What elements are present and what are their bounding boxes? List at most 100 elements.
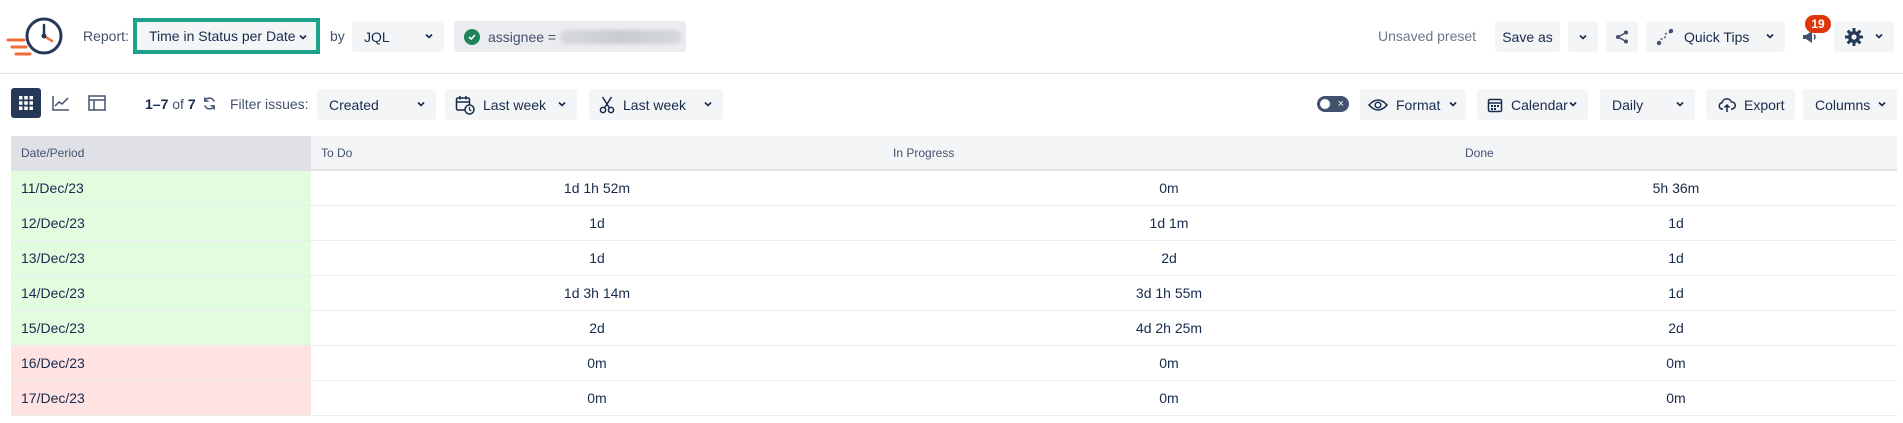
columns-label: Columns — [1815, 96, 1871, 113]
report-type-select[interactable]: Time in Status per Date — [133, 18, 320, 54]
share-icon — [1616, 30, 1628, 43]
column-header-done[interactable]: Done — [1455, 136, 1897, 171]
jql-filter-text: assignee = — [488, 28, 557, 45]
cell-done: 5h 36m — [1455, 170, 1897, 206]
cell-done: 0m — [1455, 380, 1897, 416]
cell-in-progress: 0m — [883, 345, 1455, 381]
format-button[interactable]: Format — [1360, 89, 1466, 120]
cell-in-progress: 3d 1h 55m — [883, 275, 1455, 311]
cut-range-value: Last week — [623, 96, 687, 113]
chevron-down-icon — [558, 101, 566, 107]
report-type-value: Time in Status per Date — [149, 28, 296, 44]
unsaved-preset-label: Unsaved preset — [1378, 28, 1477, 44]
calendar-select[interactable]: Calendar — [1477, 89, 1588, 120]
report-toolbar: 1–7 of 7 Filter issues: Created Last wee… — [0, 86, 1903, 122]
cell-todo: 1d 3h 14m — [311, 275, 883, 311]
jql-filter-chip[interactable]: assignee = — [454, 21, 686, 52]
chevron-down-icon — [1676, 101, 1684, 107]
cell-todo: 1d — [311, 240, 883, 276]
calendar-clock-icon — [455, 95, 475, 115]
app-logo-icon[interactable] — [6, 14, 68, 62]
cell-date: 14/Dec/23 — [11, 275, 311, 311]
results-range: 1–7 of 7 — [145, 96, 196, 112]
grid-icon — [19, 96, 33, 110]
table-layout-icon — [88, 95, 106, 111]
table-row: 13/Dec/23 1d 2d 1d — [11, 240, 1897, 276]
column-header-in-progress[interactable]: In Progress — [883, 136, 1455, 171]
cell-date: 16/Dec/23 — [11, 345, 311, 381]
query-type-select[interactable]: JQL — [352, 21, 444, 52]
table-row: 14/Dec/23 1d 3h 14m 3d 1h 55m 1d — [11, 275, 1897, 311]
format-label: Format — [1396, 96, 1441, 113]
calendar-icon — [1487, 98, 1503, 112]
chart-view-button[interactable] — [46, 88, 76, 118]
toggle-off-icon: × — [1337, 98, 1344, 110]
cell-date: 12/Dec/23 — [11, 205, 311, 241]
column-header-todo[interactable]: To Do — [311, 136, 883, 171]
by-label: by — [330, 28, 345, 44]
cell-date: 15/Dec/23 — [11, 310, 311, 346]
column-header-date[interactable]: Date/Period — [11, 136, 311, 171]
query-type-value: JQL — [364, 28, 390, 45]
table-row: 11/Dec/23 1d 1h 52m 0m 5h 36m — [11, 170, 1897, 206]
cell-done: 1d — [1455, 240, 1897, 276]
chevron-down-icon — [299, 34, 307, 40]
granularity-value: Daily — [1612, 96, 1644, 113]
cell-in-progress: 2d — [883, 240, 1455, 276]
save-options-button[interactable] — [1568, 21, 1598, 52]
cloud-upload-icon — [1718, 97, 1736, 112]
pivot-view-button[interactable] — [82, 88, 112, 118]
check-circle-icon — [464, 28, 480, 45]
time-in-status-table: Date/Period To Do In Progress Done 11/De… — [11, 136, 1897, 416]
save-as-button[interactable]: Save as — [1495, 21, 1560, 52]
table-row: 12/Dec/23 1d 1d 1m 1d — [11, 205, 1897, 241]
refresh-icon[interactable] — [202, 96, 217, 111]
cell-todo: 1d 1h 52m — [311, 170, 883, 206]
calendar-label: Calendar — [1511, 96, 1568, 113]
cell-in-progress: 0m — [883, 380, 1455, 416]
redacted-assignee — [560, 29, 683, 44]
cell-todo: 2d — [311, 310, 883, 346]
gear-icon — [1845, 27, 1863, 46]
filter-issues-label: Filter issues: — [230, 96, 309, 112]
cell-date: 17/Dec/23 — [11, 380, 311, 416]
settings-button[interactable] — [1834, 21, 1894, 52]
quick-tips-label: Quick Tips — [1684, 28, 1750, 45]
cell-done: 1d — [1455, 275, 1897, 311]
cell-todo: 0m — [311, 345, 883, 381]
cell-in-progress: 4d 2h 25m — [883, 310, 1455, 346]
line-chart-icon — [52, 96, 69, 111]
cell-in-progress: 0m — [883, 170, 1455, 206]
scissors-icon — [599, 96, 615, 113]
top-bar: Report: Time in Status per Date by JQL a… — [0, 0, 1903, 74]
granularity-select[interactable]: Daily — [1600, 89, 1695, 120]
chevron-down-icon — [1579, 34, 1587, 40]
eye-icon — [1368, 98, 1388, 111]
cut-range-select[interactable]: Last week — [589, 89, 723, 120]
chevron-down-icon — [1875, 33, 1883, 39]
export-button[interactable]: Export — [1706, 89, 1795, 120]
range-of: of — [172, 96, 184, 112]
cell-date: 13/Dec/23 — [11, 240, 311, 276]
chevron-down-icon — [1449, 101, 1457, 107]
filter-field-value: Created — [329, 96, 379, 113]
share-button[interactable] — [1606, 21, 1638, 52]
cell-done: 0m — [1455, 345, 1897, 381]
columns-select[interactable]: Columns — [1803, 89, 1897, 120]
range-total: 7 — [187, 96, 196, 112]
table-row: 15/Dec/23 2d 4d 2h 25m 2d — [11, 310, 1897, 346]
toggle-switch[interactable]: × — [1317, 96, 1349, 112]
grid-view-button[interactable] — [11, 88, 41, 118]
quick-tips-button[interactable]: Quick Tips — [1646, 21, 1785, 52]
cell-in-progress: 1d 1m — [883, 205, 1455, 241]
range-start-end: 1–7 — [145, 96, 169, 112]
table-row: 16/Dec/23 0m 0m 0m — [11, 345, 1897, 381]
route-icon — [1656, 28, 1674, 45]
table-row: 17/Dec/23 0m 0m 0m — [11, 380, 1897, 416]
chevron-down-icon — [1569, 101, 1577, 107]
cell-done: 1d — [1455, 205, 1897, 241]
filter-field-select[interactable]: Created — [317, 89, 436, 120]
cell-done: 2d — [1455, 310, 1897, 346]
date-range-select[interactable]: Last week — [445, 89, 577, 120]
cell-todo: 0m — [311, 380, 883, 416]
